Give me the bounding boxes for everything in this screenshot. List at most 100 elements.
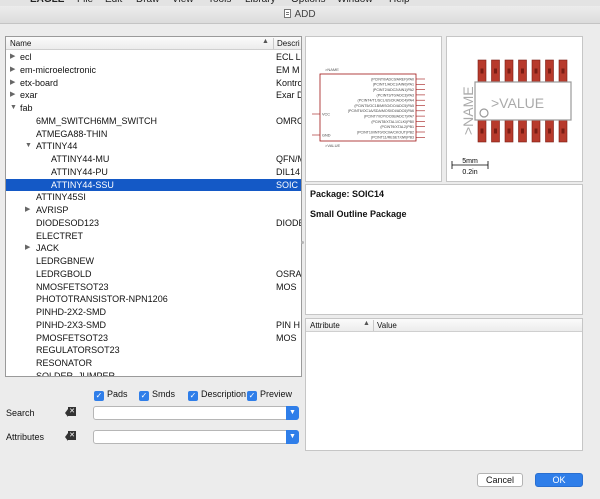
disclosure-expanded-icon[interactable]: ▼: [25, 140, 32, 153]
disclosure-collapsed-icon[interactable]: ▶: [25, 242, 30, 255]
sort-ascending-icon: ▲: [363, 320, 370, 327]
splitter-handle[interactable]: [301, 241, 304, 244]
tree-row[interactable]: PINHD-2X2-SMD: [6, 306, 301, 319]
menu-options[interactable]: Options: [291, 0, 325, 5]
disclosure-expanded-icon[interactable]: ▼: [10, 102, 17, 115]
tree-row[interactable]: 6MM_SWITCH6MM_SWITCH OMRO: [6, 115, 301, 128]
symbol-pins-left: VCC GND: [312, 112, 331, 137]
clear-search-icon[interactable]: [65, 407, 76, 417]
preview-checkbox[interactable]: ✓ Preview: [247, 388, 292, 401]
tree-row[interactable]: LEDRGBNEW: [6, 255, 301, 268]
tree-row-label: ATTINY44: [36, 141, 78, 152]
tree-scrollbar[interactable]: [297, 51, 301, 376]
tree-row[interactable]: PINHD-2X3-SMD PIN H: [6, 319, 301, 332]
tree-row[interactable]: ATTINY45SI: [6, 191, 301, 204]
disclosure-collapsed-icon[interactable]: ▶: [10, 51, 15, 64]
menu-help[interactable]: Help: [389, 0, 410, 5]
package-description: Small Outline Package: [310, 209, 407, 219]
column-header-value[interactable]: Value: [377, 321, 397, 330]
tree-row[interactable]: ATTINY44-SSU SOIC: [6, 178, 301, 192]
column-divider[interactable]: [273, 38, 274, 49]
tree-row[interactable]: ATTINY44-PU DIL14: [6, 166, 301, 179]
checkmark-icon: ✓: [247, 391, 257, 401]
tree-row[interactable]: ▶ em-microelectronic EM M: [6, 64, 301, 77]
disclosure-collapsed-icon[interactable]: ▶: [10, 89, 15, 102]
tree-row[interactable]: DIODESOD123 DIODE: [6, 217, 301, 230]
smd-pad-center: [561, 128, 565, 134]
smd-pad-center: [548, 68, 551, 74]
tree-row[interactable]: ▶ JACK: [6, 242, 301, 255]
library-tree[interactable]: Name ▲ Descri ▶ ecl ECL L ▶ em-microelectron…: [5, 36, 302, 377]
tree-row[interactable]: SOLDER_JUMPER: [6, 370, 301, 377]
menu-eagle[interactable]: EAGLE: [30, 0, 64, 5]
tree-row-label: ELECTRET: [36, 230, 84, 241]
menu-file[interactable]: File: [77, 0, 93, 5]
column-header-attribute[interactable]: Attribute: [310, 321, 340, 330]
tree-row-label: SOLDER_JUMPER: [36, 370, 116, 377]
tree-row[interactable]: PHOTOTRANSISTOR-NPN1206: [6, 293, 301, 306]
pads-checkbox[interactable]: ✓ Pads: [94, 388, 128, 401]
package-name: Package: SOIC14: [310, 189, 385, 199]
menu-edit[interactable]: Edit: [105, 0, 122, 5]
tree-row[interactable]: ELECTRET: [6, 230, 301, 243]
chevron-down-icon[interactable]: ▼: [286, 430, 299, 444]
description-checkbox[interactable]: ✓ Description: [188, 388, 246, 401]
chevron-down-icon[interactable]: ▼: [286, 406, 299, 420]
tree-row-label: ATTINY44-MU: [51, 154, 110, 164]
smds-checkbox[interactable]: ✓ Smds: [139, 388, 176, 401]
tree-row[interactable]: PMOSFETSOT23 MOS: [6, 332, 301, 345]
tree-row[interactable]: REGULATORSOT23: [6, 344, 301, 357]
scale-in-label: 0.2in: [462, 169, 477, 176]
package-name-label: >NAME: [460, 86, 476, 135]
menu-window[interactable]: Window: [337, 0, 373, 5]
menu-library[interactable]: Library: [245, 0, 276, 5]
search-combobox[interactable]: ▼: [93, 406, 299, 420]
tree-row[interactable]: NMOSFETSOT23 MOS: [6, 281, 301, 294]
tree-row[interactable]: ATMEGA88-THIN: [6, 128, 301, 141]
tree-row[interactable]: ATTINY44-MUQFN/M: [6, 153, 301, 166]
tree-row[interactable]: ▶ ecl ECL L: [6, 51, 301, 64]
disclosure-collapsed-icon[interactable]: ▶: [25, 204, 30, 217]
symbol-pin-label: (PCINT5/OC1B/MISO/DO/ADC5)PA5: [354, 104, 414, 108]
tree-row-label: ATTINY45SI: [36, 192, 86, 203]
symbol-pin-label: (PCINT9/XTAL2)PB1: [380, 125, 414, 129]
search-label: Search: [6, 408, 35, 418]
smd-pad-center: [548, 128, 551, 134]
tree-row[interactable]: LEDRGBOLD OSRA: [6, 268, 301, 281]
tree-row[interactable]: ▶ AVRISP: [6, 204, 301, 217]
symbol-pin-label: (PCINT10/INT0/OC0A/CKOUT)PB2: [357, 130, 414, 134]
tree-row[interactable]: ▼ ATTINY44: [6, 140, 301, 153]
attributes-input[interactable]: [97, 432, 282, 443]
cancel-button[interactable]: Cancel: [477, 473, 523, 487]
search-input[interactable]: [97, 408, 282, 419]
tree-row[interactable]: ▶ etx-board Kontro: [6, 77, 301, 90]
tree-row-label: PHOTOTRANSISTOR-NPN1206: [36, 294, 168, 305]
tree-row-label: ATTINY44-PU: [51, 166, 108, 177]
symbol-pin-label: (PCINT0/ADC0/AREF)PA0: [371, 77, 414, 81]
menu-view[interactable]: View: [172, 0, 194, 5]
menu-draw[interactable]: Draw: [136, 0, 159, 5]
window-title-text: ADD: [294, 9, 316, 20]
ok-button[interactable]: OK: [535, 473, 583, 487]
column-header-name[interactable]: Name: [10, 39, 31, 48]
tree-row-label: em-microelectronic: [20, 64, 97, 75]
clear-attributes-icon[interactable]: [65, 431, 76, 441]
column-divider[interactable]: [373, 320, 374, 331]
column-header-description[interactable]: Descri: [277, 39, 300, 48]
symbol-pin-label: (PCINT2/ADC2/AIN1)PA2: [373, 88, 414, 92]
tree-row-label: fab: [20, 103, 33, 113]
tree-row[interactable]: RESONATOR: [6, 357, 301, 370]
symbol-pin-label: (PCINT8/XTAL1/CLKI)PB0: [371, 120, 414, 124]
disclosure-collapsed-icon[interactable]: ▶: [10, 77, 15, 90]
tree-row-label: LEDRGBNEW: [36, 256, 95, 266]
tree-row[interactable]: ▼ fab: [6, 102, 301, 115]
tree-row[interactable]: ▶ exar Exar D: [6, 89, 301, 102]
tree-row-label: RESONATOR: [36, 358, 93, 368]
symbol-value-label: >VALUE: [325, 143, 340, 148]
attributes-combobox[interactable]: ▼: [93, 430, 299, 444]
disclosure-collapsed-icon[interactable]: ▶: [10, 64, 15, 77]
attribute-table[interactable]: Attribute ▲ Value: [305, 318, 583, 451]
menu-tools[interactable]: Tools: [208, 0, 231, 5]
smds-label: Smds: [152, 389, 176, 399]
tree-rows: ▶ ecl ECL L ▶ em-microelectronic EM M ▶ etx-boa…: [6, 51, 301, 377]
